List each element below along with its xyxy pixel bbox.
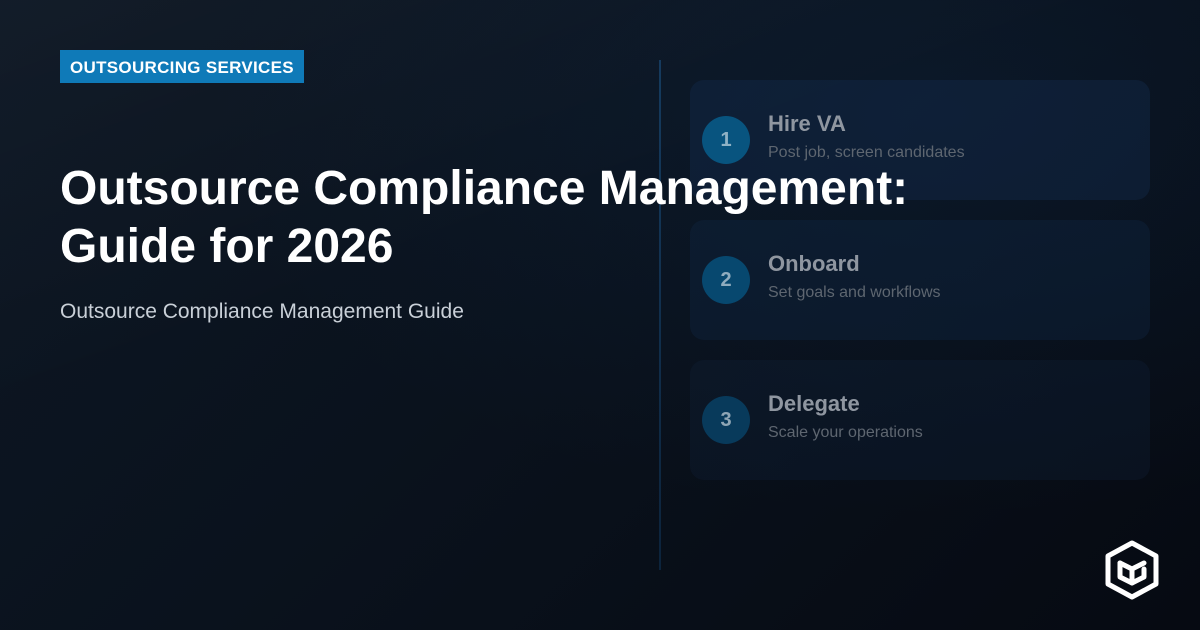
steps-list: 1 Hire VA Post job, screen candidates 2 … <box>690 80 1150 500</box>
step-number-badge: 3 <box>702 396 750 444</box>
step-number-badge: 1 <box>702 116 750 164</box>
vertical-divider <box>659 60 661 570</box>
page-title: Outsource Compliance Management: Guide f… <box>60 160 1060 276</box>
hexagon-cube-logo-icon <box>1105 540 1159 600</box>
page-subtitle: Outsource Compliance Management Guide <box>60 300 464 323</box>
step-card-delegate: 3 Delegate Scale your operations <box>690 360 1150 480</box>
step-description: Set goals and workflows <box>768 284 941 301</box>
step-description: Scale your operations <box>768 424 923 441</box>
category-badge: OUTSOURCING SERVICES <box>60 50 304 83</box>
step-title: Delegate <box>768 391 860 416</box>
step-title: Hire VA <box>768 111 846 136</box>
page-title-line-2: Guide for 2026 <box>60 220 394 273</box>
page-title-line-1: Outsource Compliance Management: <box>60 162 909 215</box>
